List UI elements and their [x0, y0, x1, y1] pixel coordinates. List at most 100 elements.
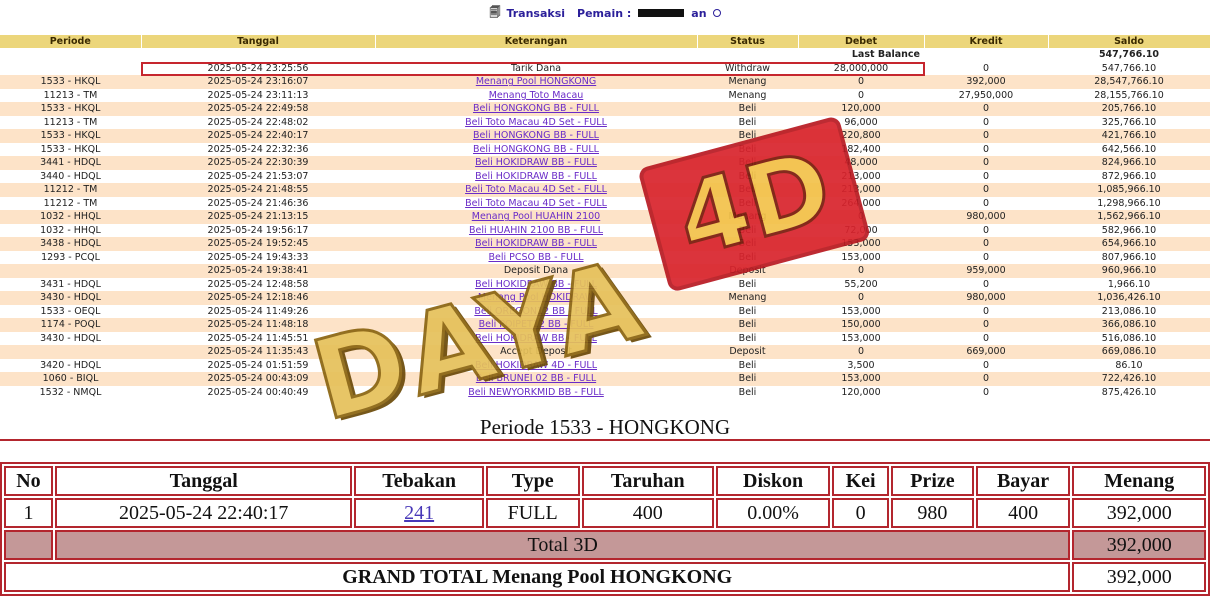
tanggal-cell: 2025-05-24 21:13:15: [141, 210, 375, 224]
kredit-cell: 0: [924, 142, 1048, 156]
keterangan-cell: Beli PCSO BB - FULL: [375, 250, 697, 264]
debet-cell: 0: [798, 291, 924, 305]
tanggal-cell: 2025-05-24 22:40:17: [141, 129, 375, 143]
transaction-row: 1532 - NMQL 2025-05-24 00:40:49 Beli NEWYO…: [0, 385, 1210, 399]
transaction-row: 1032 - HHQL 2025-05-24 21:13:15 Menang Poo…: [0, 210, 1210, 224]
status-cell: Beli: [697, 358, 798, 372]
bet-header-row: No Tanggal Tebakan Type Taruhan Diskon K…: [4, 466, 1206, 496]
status-cell: Beli: [697, 385, 798, 399]
total-value: 392,000: [1072, 530, 1206, 560]
keterangan-link[interactable]: Beli HOKIDRAW BB - FULL: [475, 157, 597, 168]
bet-tebakan-link[interactable]: 241: [404, 502, 434, 524]
col-debet: Debet: [798, 35, 925, 48]
keterangan-link[interactable]: Menang Toto Macau: [489, 90, 584, 101]
status-cell: Withdraw: [697, 61, 798, 75]
tanggal-cell: 2025-05-24 23:11:13: [141, 88, 375, 102]
keterangan-link[interactable]: Menang Pool HOKIDRAW: [478, 292, 594, 303]
transaction-row: 1032 - HHQL 2025-05-24 19:56:17 Beli HUAHI…: [0, 223, 1210, 237]
keterangan-link[interactable]: Beli Toto Macau 4D Set - FULL: [465, 117, 607, 128]
periode-cell: 11212 - TM: [0, 196, 141, 210]
page-header: 🗐 Transaksi Pemain : an: [0, 0, 1210, 26]
kredit-cell: 27,950,000: [924, 88, 1048, 102]
status-cell: Beli: [697, 304, 798, 318]
bet-col-tanggal: Tanggal: [54, 466, 353, 496]
kredit-cell: 0: [924, 250, 1048, 264]
debet-cell: 0: [798, 345, 924, 359]
tanggal-cell: 2025-05-24 00:40:49: [141, 385, 375, 399]
keterangan-link[interactable]: Beli HOKIDRAW BB - FULL: [475, 238, 597, 249]
keterangan-link[interactable]: Beli HOKIDRAW 4D - FULL: [475, 360, 597, 371]
keterangan-link[interactable]: Beli OREGON12 BB - FULL: [474, 306, 597, 317]
tanggal-cell: 2025-05-24 21:53:07: [141, 169, 375, 183]
bet-col-menang: Menang: [1072, 466, 1206, 496]
keterangan-link[interactable]: Menang Pool HONGKONG: [476, 76, 596, 87]
saldo-cell: 872,966.10: [1048, 169, 1210, 183]
keterangan-link[interactable]: Menang Pool HUAHIN 2100: [472, 211, 600, 222]
bet-col-diskon: Diskon: [716, 466, 831, 496]
periode-cell: 3441 - HDQL: [0, 156, 141, 170]
transaction-row: 3430 - HDQL 2025-05-24 11:45:51 Beli HOKID…: [0, 331, 1210, 345]
keterangan-link[interactable]: Beli HONGKONG BB - FULL: [473, 144, 599, 155]
transaksi-link[interactable]: Transaksi: [506, 7, 565, 20]
keterangan-link[interactable]: Beli PCSO BB - FULL: [488, 252, 583, 263]
saldo-cell: 1,036,426.10: [1048, 291, 1210, 305]
keterangan-cell: Beli OREGON12 BB - FULL: [375, 304, 697, 318]
kredit-cell: 0: [924, 358, 1048, 372]
tanggal-cell: 2025-05-24 22:30:39: [141, 156, 375, 170]
saldo-cell: 421,766.10: [1048, 129, 1210, 143]
transaction-row: 11212 - TM 2025-05-24 21:46:36 Beli Toto M…: [0, 196, 1210, 210]
keterangan-link[interactable]: Beli HONGKONG BB - FULL: [473, 103, 599, 114]
tanggal-cell: 2025-05-24 11:49:26: [141, 304, 375, 318]
bet-bayar: 400: [975, 498, 1071, 528]
debet-cell: 72,000: [798, 223, 924, 237]
keterangan-link[interactable]: Beli HOKIDRAW BB - FULL: [475, 279, 597, 290]
periode-cell: [0, 61, 141, 75]
grand-total-label: GRAND TOTAL Menang Pool HONGKONG: [4, 562, 1071, 592]
saldo-cell: 547,766.10: [1048, 61, 1210, 75]
periode-cell: 1533 - HKQL: [0, 129, 141, 143]
keterangan-link[interactable]: Beli HOKIDRAW BB - FULL: [475, 171, 597, 182]
keterangan-cell: Beli HOKIDRAW BB - FULL: [375, 331, 697, 345]
status-cell: Menang: [697, 210, 798, 224]
kredit-cell: 0: [924, 183, 1048, 197]
tanggal-cell: 2025-05-24 19:43:33: [141, 250, 375, 264]
keterangan-link[interactable]: Beli Toto Macau 4D Set - FULL: [465, 198, 607, 209]
transaction-row: 11213 - TM 2025-05-24 23:11:13 Menang Toto…: [0, 88, 1210, 102]
keterangan-link[interactable]: Beli HOKIDRAW BB - FULL: [475, 333, 597, 344]
saldo-cell: 325,766.10: [1048, 115, 1210, 129]
keterangan-link[interactable]: Beli Toto Macau 4D Set - FULL: [465, 184, 607, 195]
transaction-row: 1060 - BIQL 2025-05-24 00:43:09 Beli BRUNE…: [0, 372, 1210, 386]
document-icon: 🗐: [489, 5, 501, 19]
keterangan-cell: Beli HUAHIN 2100 BB - FULL: [375, 223, 697, 237]
kredit-cell: 980,000: [924, 210, 1048, 224]
transaction-row: 3441 - HDQL 2025-05-24 22:30:39 Beli HOKID…: [0, 156, 1210, 170]
keterangan-cell: Beli NEWYORKMID BB - FULL: [375, 385, 697, 399]
status-cell: Beli: [697, 250, 798, 264]
info-dot-icon[interactable]: [712, 9, 721, 17]
tanggal-cell: 2025-05-24 11:48:18: [141, 318, 375, 332]
keterangan-link[interactable]: Beli HUAHIN 2100 BB - FULL: [469, 225, 603, 236]
col-tanggal: Tanggal: [141, 35, 376, 48]
keterangan-link[interactable]: Beli POIPET12 BB - FULL: [479, 319, 594, 330]
debet-cell: 182,400: [798, 142, 924, 156]
kredit-cell: 0: [924, 304, 1048, 318]
transaction-row: 3420 - HDQL 2025-05-24 01:51:59 Beli HOKID…: [0, 358, 1210, 372]
detail-title: Periode 1533 - HONGKONG: [479, 415, 731, 439]
keterangan-cell: Deposit Dana: [375, 264, 697, 278]
saldo-cell: 582,966.10: [1048, 223, 1210, 237]
transaction-row: 2025-05-24 23:25:56 Tarik Dana Withdraw 28,…: [0, 61, 1210, 75]
status-cell: Beli: [697, 237, 798, 251]
saldo-cell: 28,547,766.10: [1048, 75, 1210, 89]
keterangan-link[interactable]: Beli BRUNEI 02 BB - FULL: [476, 373, 596, 384]
bet-prize: 980: [891, 498, 974, 528]
periode-cell: 1060 - BIQL: [0, 372, 141, 386]
debet-cell: 120,000: [798, 102, 924, 116]
keterangan-link[interactable]: Beli NEWYORKMID BB - FULL: [468, 387, 604, 398]
status-cell: Beli: [697, 318, 798, 332]
keterangan-link[interactable]: Beli HONGKONG BB - FULL: [473, 130, 599, 141]
debet-cell: 153,000: [798, 331, 924, 345]
debet-cell: 28,000,000: [798, 61, 924, 75]
tanggal-cell: 2025-05-24 12:18:46: [141, 291, 375, 305]
debet-cell: 153,000: [798, 250, 924, 264]
kredit-cell: 0: [924, 331, 1048, 345]
